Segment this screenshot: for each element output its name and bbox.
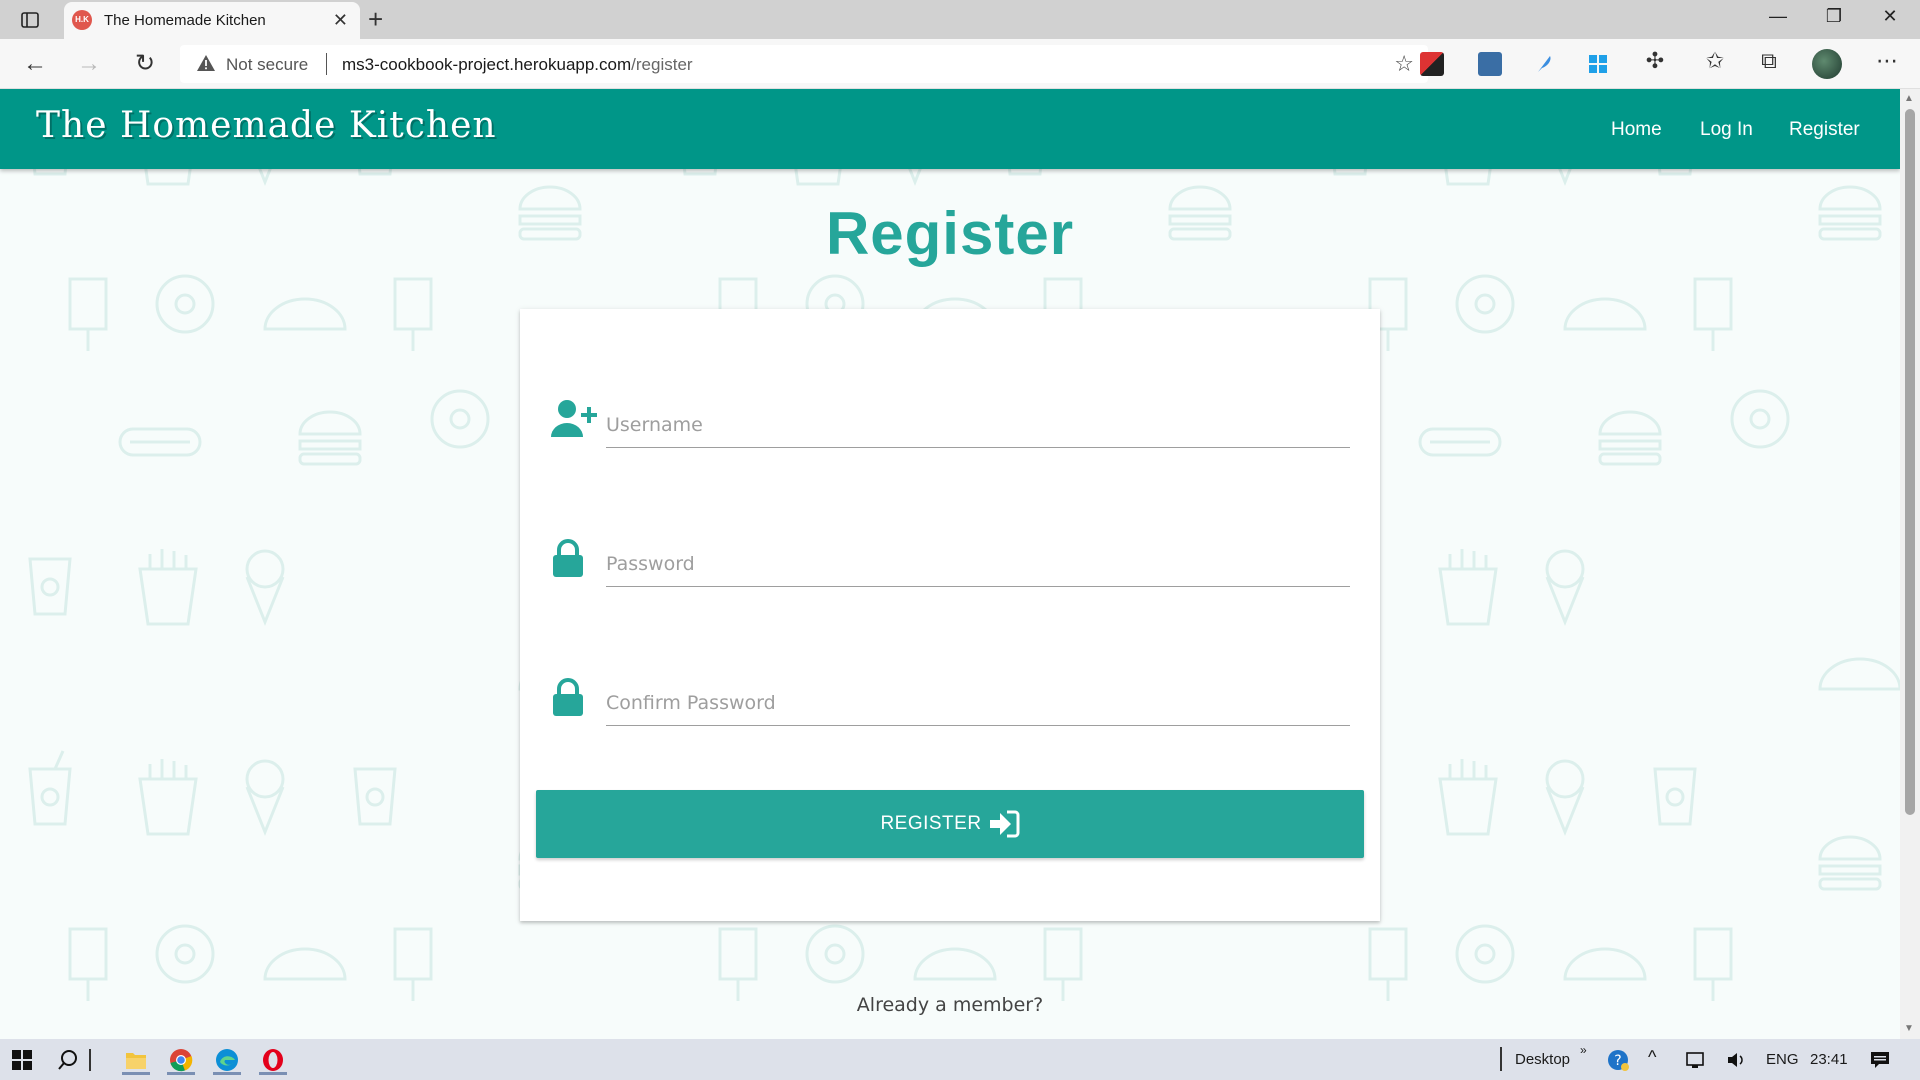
browser-tab[interactable]: H.K The Homemade Kitchen ✕ bbox=[64, 2, 360, 39]
taskbar-divider bbox=[84, 1045, 96, 1075]
page-title: Register bbox=[825, 200, 1075, 267]
windows-start-icon[interactable] bbox=[4, 1045, 40, 1075]
network-icon[interactable] bbox=[1678, 1045, 1714, 1075]
register-button[interactable]: REGISTER bbox=[536, 790, 1364, 858]
extension-square-icon[interactable] bbox=[1478, 52, 1502, 76]
collections-icon[interactable]: ⧉ bbox=[1754, 48, 1784, 74]
scroll-up-icon[interactable]: ▲ bbox=[1904, 93, 1914, 104]
tab-title: The Homemade Kitchen bbox=[104, 12, 266, 29]
tab-favicon-icon: H.K bbox=[72, 10, 92, 30]
page-viewport: The Homemade Kitchen Home Log In Registe… bbox=[0, 89, 1900, 1039]
clock[interactable]: 23:41 bbox=[1810, 1051, 1848, 1068]
site-brand-logo[interactable]: The Homemade Kitchen bbox=[36, 105, 497, 146]
username-field bbox=[550, 389, 1350, 459]
confirm-password-field bbox=[550, 667, 1350, 737]
notifications-icon[interactable] bbox=[1862, 1045, 1898, 1075]
tab-actions-icon[interactable] bbox=[16, 8, 44, 32]
register-card: REGISTER bbox=[520, 309, 1380, 921]
nav-link-login[interactable]: Log In bbox=[1700, 119, 1753, 141]
add-favorite-icon[interactable]: ☆ bbox=[1394, 51, 1414, 77]
url-host: ms3-cookbook-project.herokuapp.com bbox=[342, 55, 632, 74]
help-icon[interactable]: ? bbox=[1600, 1045, 1636, 1075]
username-underline bbox=[606, 447, 1350, 448]
warning-icon bbox=[197, 55, 215, 71]
opera-icon[interactable] bbox=[255, 1045, 291, 1075]
extension-off-icon[interactable] bbox=[1420, 52, 1444, 76]
restore-icon[interactable]: ❐ bbox=[1814, 6, 1854, 27]
security-label[interactable]: Not secure bbox=[226, 55, 308, 75]
chrome-icon[interactable] bbox=[163, 1045, 199, 1075]
more-menu-icon[interactable]: ⋯ bbox=[1872, 48, 1902, 74]
url-path: /register bbox=[631, 55, 693, 74]
favorites-icon[interactable]: ✩ bbox=[1700, 48, 1730, 74]
password-underline bbox=[606, 586, 1350, 587]
scrollbar-thumb[interactable] bbox=[1905, 109, 1915, 815]
window-close-icon[interactable]: ✕ bbox=[1870, 6, 1910, 27]
tray-divider bbox=[1500, 1047, 1502, 1071]
browser-toolbar: ← → ↻ Not secure ms3-cookbook-project.he… bbox=[0, 39, 1920, 89]
tray-chevron-up-icon[interactable]: ^ bbox=[1648, 1047, 1656, 1068]
confirm-password-underline bbox=[606, 725, 1350, 726]
minimize-icon[interactable]: — bbox=[1758, 6, 1798, 27]
language-indicator[interactable]: ENG bbox=[1766, 1051, 1799, 1068]
extension-feather-icon[interactable] bbox=[1532, 52, 1556, 76]
file-explorer-icon[interactable] bbox=[118, 1045, 154, 1075]
omnibox-divider bbox=[326, 53, 327, 75]
back-arrow-icon[interactable]: ← bbox=[20, 50, 50, 78]
refresh-icon[interactable]: ↻ bbox=[130, 50, 160, 78]
windows-taskbar: Desktop » ? ^ ENG 23:41 bbox=[0, 1039, 1920, 1080]
register-button-label: REGISTER bbox=[880, 813, 982, 834]
search-icon[interactable] bbox=[50, 1045, 86, 1075]
lock-icon bbox=[553, 678, 583, 716]
user-plus-icon bbox=[551, 400, 597, 437]
confirm-password-input[interactable] bbox=[606, 683, 1350, 723]
site-navbar: The Homemade Kitchen Home Log In Registe… bbox=[0, 89, 1900, 169]
password-input[interactable] bbox=[606, 544, 1350, 584]
profile-avatar[interactable] bbox=[1812, 49, 1842, 79]
page-scrollbar[interactable]: ▲ ▼ bbox=[1900, 89, 1920, 1039]
new-tab-icon[interactable]: + bbox=[368, 5, 383, 33]
volume-icon[interactable] bbox=[1718, 1045, 1754, 1075]
forward-arrow-icon[interactable]: → bbox=[74, 50, 104, 78]
lock-icon bbox=[553, 539, 583, 577]
extension-windows-icon[interactable] bbox=[1586, 52, 1610, 76]
desktop-toolbar-label[interactable]: Desktop bbox=[1515, 1051, 1570, 1068]
sign-in-icon bbox=[989, 810, 1020, 838]
url-text[interactable]: ms3-cookbook-project.herokuapp.com/regis… bbox=[342, 55, 693, 75]
address-bar[interactable]: Not secure ms3-cookbook-project.herokuap… bbox=[180, 45, 1428, 83]
svg-text:?: ? bbox=[1614, 1053, 1621, 1069]
password-field bbox=[550, 528, 1350, 598]
username-input[interactable] bbox=[606, 405, 1350, 445]
edge-icon[interactable] bbox=[209, 1045, 245, 1075]
nav-link-home[interactable]: Home bbox=[1611, 119, 1662, 141]
extensions-puzzle-icon[interactable]: ✣ bbox=[1640, 48, 1670, 74]
nav-link-register[interactable]: Register bbox=[1789, 119, 1860, 141]
scroll-down-icon[interactable]: ▼ bbox=[1904, 1023, 1914, 1034]
tab-strip: H.K The Homemade Kitchen ✕ + — ❐ ✕ bbox=[0, 0, 1920, 39]
already-member-link[interactable]: Already a member? bbox=[0, 994, 1900, 1016]
tab-close-icon[interactable]: ✕ bbox=[333, 11, 348, 29]
toolbar-overflow-icon[interactable]: » bbox=[1580, 1043, 1587, 1057]
